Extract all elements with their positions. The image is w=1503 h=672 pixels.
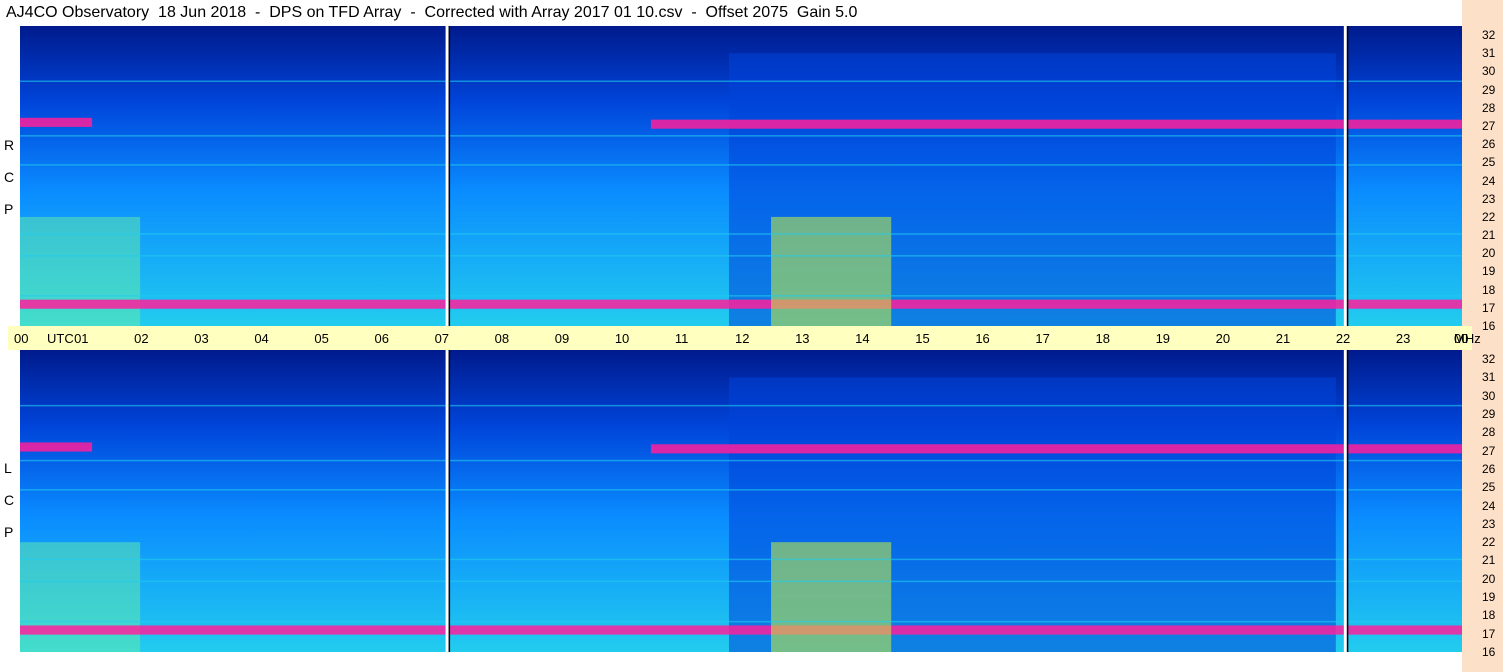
rcp-rfi-line-5: [20, 80, 1462, 83]
frequency-tick-label: 28: [1482, 100, 1496, 115]
frequency-tick-label: 19: [1482, 264, 1496, 279]
lcp-label-letter-2: C: [4, 492, 15, 508]
frequency-tick-label: 32: [1482, 352, 1496, 367]
lcp-data-gap-edge-1: [1346, 350, 1349, 652]
frequency-tick-label: 17: [1482, 626, 1496, 641]
time-tick-label: MHz: [1454, 331, 1481, 346]
lcp-feature-1: [650, 444, 1462, 454]
rcp-data-gap-0: [445, 26, 449, 326]
time-tick-label: 10: [614, 331, 630, 346]
time-tick-label: 00: [14, 331, 29, 346]
frequency-tick-label: 23: [1482, 516, 1496, 531]
frequency-tick-label: 22: [1482, 209, 1496, 224]
frequency-tick-label: 20: [1482, 246, 1496, 261]
rcp-rfi-line-2: [20, 233, 1462, 235]
time-tick-label: 12: [735, 331, 750, 346]
time-tick-label: 18: [1095, 331, 1110, 346]
title-bar: AJ4CO Observatory 18 Jun 2018 - DPS on T…: [0, 0, 1462, 26]
time-tick-label: 15: [915, 331, 930, 346]
frequency-tick-label: 25: [1482, 155, 1496, 170]
time-tick-label: 19: [1155, 331, 1171, 346]
frequency-tick-label: 18: [1482, 608, 1496, 623]
time-tick-label: 05: [314, 331, 329, 346]
rcp-rfi-line-4: [20, 135, 1462, 137]
time-tick-label: 14: [855, 331, 870, 346]
frequency-tick-label: 20: [1482, 571, 1496, 586]
lcp-label-letter-3: P: [4, 524, 14, 540]
rcp-data-gap-edge-0: [448, 26, 451, 326]
rcp-feature-1: [650, 119, 1462, 129]
time-tick-label: 13: [795, 331, 810, 346]
rcp-spectrogram: [20, 26, 1462, 326]
frequency-tick-label: 16: [1482, 645, 1496, 659]
rcp-rfi-line-0: [20, 295, 1462, 297]
frequency-tick-label: 27: [1482, 119, 1496, 133]
time-tick-label: 08: [494, 331, 510, 346]
lcp-rfi-line-5: [20, 404, 1462, 407]
rcp-data-gap-1: [1343, 26, 1347, 326]
frequency-tick-label: 23: [1482, 191, 1496, 206]
rcp-label-letter-3: P: [4, 201, 14, 217]
time-tick-label: 11: [674, 331, 689, 346]
lcp-label-letter-1: L: [4, 460, 12, 476]
time-tick-label: 07: [434, 331, 450, 346]
time-tick-label: 17: [1035, 331, 1050, 346]
lcp-spectrogram: [20, 350, 1462, 652]
time-tick-label: 09: [554, 331, 570, 346]
rcp-feature-0: [20, 117, 93, 127]
rcp-label-letter-2: C: [4, 169, 15, 185]
lcp-rfi-line-4: [20, 459, 1462, 462]
time-tick-label: UTC: [47, 331, 74, 346]
time-tick-label: 22: [1335, 331, 1351, 346]
rcp-rfi-line-3: [20, 164, 1462, 166]
time-tick-label: 04: [254, 331, 269, 346]
frequency-tick-label: 19: [1482, 590, 1496, 605]
frequency-tick-label: 31: [1482, 46, 1496, 61]
frequency-tick-label: 21: [1482, 553, 1496, 568]
frequency-tick-label: 26: [1482, 461, 1496, 476]
frequency-tick-label: 28: [1482, 425, 1496, 440]
frequency-tick-label: 26: [1482, 137, 1496, 152]
rcp-rfi-line-1: [20, 255, 1462, 257]
frequency-tick-label: 27: [1482, 443, 1496, 458]
frequency-tick-label: 29: [1482, 407, 1496, 422]
frequency-tick-label: 17: [1482, 300, 1496, 315]
lcp-data-gap-edge-0: [448, 350, 451, 652]
time-tick-label: 21: [1275, 331, 1291, 346]
frequency-tick-label: 30: [1482, 64, 1496, 79]
time-axis: 00 UTC 01 02 03 04 05 06 07 08 09 10 11 12 13 14 15 16 17 1…: [8, 326, 1481, 350]
frequency-tick-label: 32: [1482, 28, 1496, 43]
rcp-feature-2: [20, 299, 1462, 309]
time-tick-label: 02: [134, 331, 149, 346]
frequency-tick-label: 24: [1482, 173, 1496, 188]
time-tick-label: 16: [975, 331, 990, 346]
frequency-tick-label: 25: [1482, 480, 1496, 495]
lcp-data-gap-1: [1343, 350, 1347, 652]
frequency-tick-label: 24: [1482, 498, 1496, 513]
chart-title: AJ4CO Observatory 18 Jun 2018 - DPS on T…: [6, 4, 858, 21]
lcp-rfi-line-0: [20, 620, 1462, 623]
frequency-tick-label: 16: [1482, 319, 1496, 333]
lcp-rfi-line-3: [20, 489, 1462, 491]
rcp-label-letter-1: R: [4, 137, 15, 153]
time-tick-label: 06: [374, 331, 389, 346]
rcp-data-gap-edge-1: [1346, 26, 1349, 326]
time-tick-label: 23: [1395, 331, 1411, 346]
time-tick-label: 03: [194, 331, 209, 346]
lcp-rfi-line-1: [20, 580, 1462, 583]
lcp-data-gap-0: [445, 350, 449, 652]
frequency-tick-label: 18: [1482, 282, 1496, 297]
frequency-tick-label: 30: [1482, 388, 1496, 403]
time-tick-label: 01: [74, 331, 89, 346]
lcp-feature-2: [20, 625, 1462, 635]
lcp-spectrogram-plot: [20, 350, 1462, 652]
rcp-spectrogram-plot: [20, 26, 1462, 326]
frequency-tick-label: 21: [1482, 228, 1496, 243]
frequency-tick-label: 22: [1482, 535, 1496, 550]
time-tick-label: 20: [1215, 331, 1231, 346]
frequency-tick-label: 29: [1482, 82, 1496, 97]
lcp-rfi-line-2: [20, 558, 1462, 561]
frequency-tick-label: 31: [1482, 370, 1496, 385]
lcp-feature-0: [20, 442, 93, 452]
